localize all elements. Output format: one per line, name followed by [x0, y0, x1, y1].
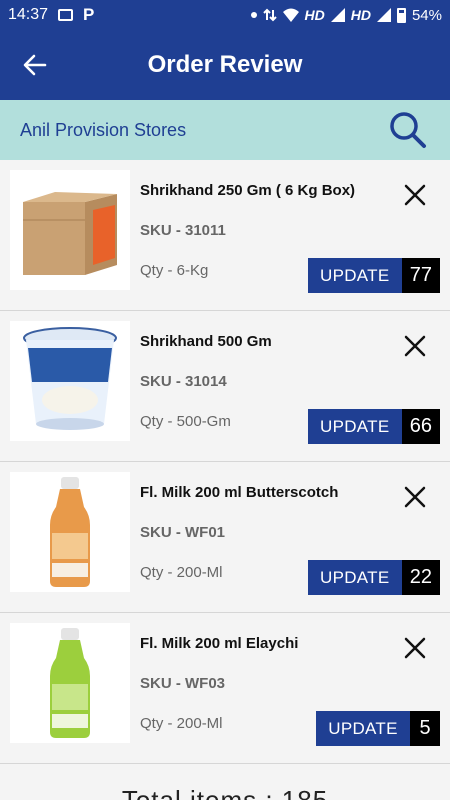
update-button[interactable]: UPDATE	[307, 409, 402, 444]
update-group: UPDATE 5	[316, 711, 440, 746]
update-group: UPDATE 77	[307, 258, 440, 293]
data-transfer-icon	[262, 8, 277, 22]
product-qty: Qty - 6-Kg	[140, 262, 209, 279]
product-sku: SKU - WF03	[140, 675, 226, 692]
product-qty: Qty - 200-Ml	[140, 715, 223, 732]
product-sku: SKU - 31014	[140, 373, 227, 390]
close-icon	[404, 637, 426, 659]
remove-item-button[interactable]	[402, 182, 428, 208]
item-count: 22	[401, 560, 440, 595]
remove-item-button[interactable]	[402, 333, 428, 359]
order-item: Fl. Milk 200 ml Elaychi SKU - WF03 Qty -…	[0, 613, 450, 764]
close-icon	[404, 486, 426, 508]
close-icon	[404, 184, 426, 206]
butterscotch-bottle-image	[50, 476, 90, 587]
product-image-box	[10, 472, 130, 592]
back-arrow-icon	[23, 54, 47, 76]
search-icon	[390, 112, 426, 148]
product-name: Fl. Milk 200 ml Butterscotch	[140, 484, 339, 501]
status-time: 14:37	[8, 6, 49, 23]
dot-indicator-icon	[250, 12, 257, 18]
product-name: Shrikhand 500 Gm	[140, 333, 272, 350]
update-group: UPDATE 22	[307, 560, 440, 595]
update-group: UPDATE 66	[307, 409, 440, 444]
update-button[interactable]: UPDATE	[307, 258, 402, 293]
battery-percent: 54%	[411, 6, 442, 24]
item-count: 5	[410, 711, 440, 746]
wifi-icon	[282, 8, 299, 22]
order-item: Shrikhand 250 Gm ( 6 Kg Box) SKU - 31011…	[0, 160, 450, 311]
elaychi-bottle-image	[50, 627, 90, 738]
back-button[interactable]	[0, 30, 70, 100]
product-name: Fl. Milk 200 ml Elaychi	[140, 635, 299, 652]
signal-1-icon	[330, 8, 345, 22]
status-bar: 14:37 P HD HD 54%	[0, 0, 450, 30]
product-name: Shrikhand 250 Gm ( 6 Kg Box)	[140, 182, 356, 199]
signal-2-icon	[376, 8, 391, 22]
shrikhand-cup-image	[23, 326, 117, 430]
network-type-2: HD	[350, 7, 371, 23]
item-count: 77	[401, 258, 440, 293]
product-sku: SKU - WF01	[140, 524, 226, 541]
product-qty: Qty - 500-Gm	[140, 413, 231, 430]
search-button[interactable]	[388, 110, 428, 150]
update-button[interactable]: UPDATE	[316, 711, 410, 746]
total-items-summary: Total items : 185	[121, 785, 329, 800]
battery-icon	[396, 7, 406, 23]
cardboard-box-image	[23, 192, 117, 275]
product-qty: Qty - 200-Ml	[140, 564, 223, 581]
close-icon	[404, 335, 426, 357]
network-type-1: HD	[304, 7, 325, 23]
remove-item-button[interactable]	[402, 635, 428, 661]
store-name: Anil Provision Stores	[20, 119, 187, 140]
remove-item-button[interactable]	[402, 484, 428, 510]
order-item-list: Shrikhand 250 Gm ( 6 Kg Box) SKU - 31011…	[0, 160, 450, 764]
gallery-notification-icon	[58, 9, 74, 21]
item-count: 66	[401, 409, 440, 444]
update-button[interactable]: UPDATE	[307, 560, 402, 595]
order-item: Shrikhand 500 Gm SKU - 31014 Qty - 500-G…	[0, 311, 450, 462]
product-image-box	[10, 623, 130, 743]
product-sku: SKU - 31011	[140, 222, 226, 239]
p-notification-icon: P	[83, 5, 95, 24]
product-image-box	[10, 170, 130, 290]
app-bar: Order Review	[0, 30, 450, 100]
order-item: Fl. Milk 200 ml Butterscotch SKU - WF01 …	[0, 462, 450, 613]
product-image-box	[10, 321, 130, 441]
store-bar: Anil Provision Stores	[0, 100, 450, 160]
